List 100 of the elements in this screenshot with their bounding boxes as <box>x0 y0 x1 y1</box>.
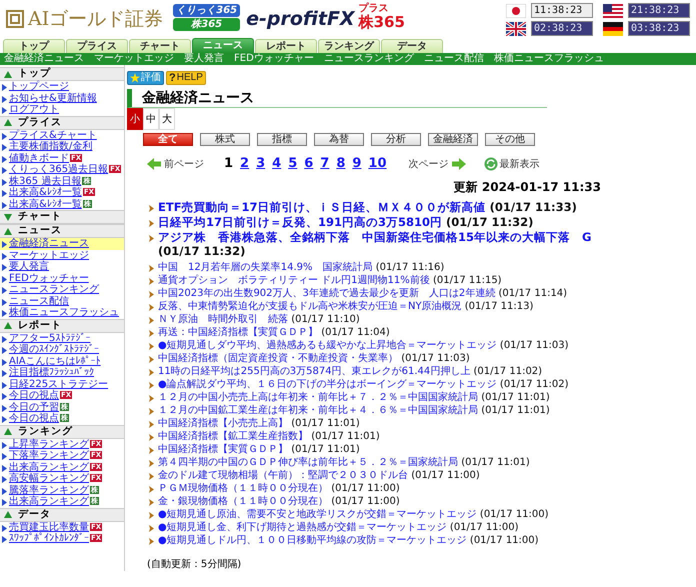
news-link[interactable]: 通貨オプション ボラティリティー ドル円1週間物11%前後 <box>158 275 430 286</box>
category-button[interactable]: 為替 <box>314 133 364 146</box>
page-number[interactable]: 8 <box>336 156 346 171</box>
sidebar-link[interactable]: 出来高ランキング <box>9 462 89 472</box>
news-link[interactable]: 中国経済指標【実質ＧＤＰ】 <box>158 444 288 455</box>
news-link[interactable]: 再送：中国経済指標【実質ＧＤＰ】 <box>158 327 318 338</box>
nav-tab[interactable]: プライス <box>66 39 128 53</box>
sidebar-link[interactable]: 高安幅ランキング <box>9 473 89 484</box>
category-button[interactable]: 株式 <box>200 133 250 146</box>
sidebar-link[interactable]: 注目指標ﾌﾗｯｼｭﾊﾞｯｸ <box>9 367 94 378</box>
sidebar-link[interactable]: 金融経済ニュース <box>9 238 89 249</box>
news-link[interactable]: ETF売買動向＝17日前引け、ｉＳ日経、ＭＸ４００が新高値 <box>158 200 486 214</box>
sidebar-link[interactable]: 株365 過去日報 <box>9 176 82 186</box>
collapse-triangle-icon[interactable] <box>4 70 12 78</box>
sidebar-link[interactable]: 売買建玉比率数量 <box>9 522 89 532</box>
news-link[interactable]: １２月の中国鉱工業生産は年初来・前年比＋４．６％＝中国国家統計局 <box>158 405 478 416</box>
nav-tab[interactable]: レポート <box>255 39 317 53</box>
sidebar-link[interactable]: プライス&チャート <box>9 130 97 140</box>
news-link[interactable]: 中国2023年の出生数902万人、3年連続で過去最少を更新 人口は2年連続 <box>158 288 496 299</box>
news-link[interactable]: 中国経済指標（固定資産投資・不動産投資・失業率） <box>158 353 398 364</box>
news-link[interactable]: 第４四半期の中国のＧＤＰ伸び率は前年比＋５．２％＝国家統計局 <box>158 457 458 468</box>
sidebar-link[interactable]: 要人発言 <box>9 261 49 272</box>
page-number[interactable]: 7 <box>320 156 330 171</box>
sidebar-link[interactable]: 出来高&ﾚｼｵ一覧 <box>9 187 82 198</box>
subnav-link[interactable]: FEDウォッチャー <box>234 53 314 65</box>
sidebar-link[interactable]: アフター5ｽﾄﾗﾃｼﾞｰ <box>9 332 90 344</box>
category-button[interactable]: 分析 <box>371 133 421 146</box>
section-header[interactable]: データ <box>0 508 124 522</box>
refresh-link[interactable]: 最新表示 <box>484 156 540 170</box>
sidebar-link[interactable]: ログアウト <box>9 104 59 115</box>
news-link[interactable]: ●短期見通し金、利下げ期待と過熱感が交錯＝マーケットエッジ <box>158 522 447 533</box>
news-link[interactable]: ●論点解説ダウ平均、１６日の下げの半分はボーイング＝マーケットエッジ <box>158 379 497 390</box>
subnav-link[interactable]: ニュース配信 <box>424 53 484 65</box>
sidebar-link[interactable]: お知らせ&更新情報 <box>9 92 97 104</box>
section-header[interactable]: ニュース <box>0 224 124 238</box>
news-link[interactable]: 金・銀現物価格（１１時００分現在） <box>158 496 328 507</box>
sidebar-link[interactable]: 上昇率ランキング <box>9 438 89 450</box>
sidebar-link[interactable]: FEDウォッチャー <box>9 272 89 284</box>
page-number[interactable]: 10 <box>368 156 387 171</box>
collapse-triangle-icon[interactable] <box>4 228 12 234</box>
sidebar-link[interactable]: 今日の予習 <box>9 402 59 412</box>
previous-page-link[interactable]: 前ページ <box>147 156 204 170</box>
nav-tab[interactable]: チャート <box>129 39 191 53</box>
page-number[interactable]: 3 <box>256 156 266 171</box>
sidebar-link[interactable]: ニュース配信 <box>9 296 69 306</box>
sidebar-link[interactable]: 今週のｽｲﾝｸﾞｽﾄﾗﾃｼﾞｰ <box>9 344 99 355</box>
help-button[interactable]: ?HELP <box>166 71 206 85</box>
page-number[interactable]: 1 <box>224 156 234 171</box>
sidebar-link[interactable]: くりっく365過去日報 <box>9 164 108 175</box>
page-number[interactable]: 6 <box>304 156 314 171</box>
news-link[interactable]: 中国経済指標【小売売上高】 <box>158 418 288 429</box>
subnav-link[interactable]: 要人発言 <box>184 53 224 65</box>
font-size-tab[interactable]: 大 <box>159 108 175 130</box>
section-header[interactable]: レポート <box>0 318 124 332</box>
font-size-tab[interactable]: 中 <box>143 108 159 130</box>
section-header[interactable]: チャート <box>0 210 124 224</box>
section-header[interactable]: ランキング <box>0 424 124 438</box>
news-link[interactable]: アジア株 香港株急落、全銘柄下落 中国新築住宅価格15年以来の大幅下落 G <box>158 230 592 244</box>
news-link[interactable]: ●短期見通し原油、需要不安と地政学リスクが交錯＝マーケットエッジ <box>158 509 477 520</box>
nav-tab[interactable]: トップ <box>3 39 65 53</box>
subnav-link[interactable]: 金融経済ニュース <box>4 53 84 65</box>
nav-tab[interactable]: ランキング <box>318 39 380 53</box>
sidebar-link[interactable]: ｽﾜｯﾌﾟﾎﾟｲﾝﾄｶﾚﾝﾀﾞｰ <box>9 533 89 544</box>
news-link[interactable]: １２月の中国小売売上高は年初来・前年比＋７．２％＝中国国家統計局 <box>158 392 478 403</box>
section-header[interactable]: プライス <box>0 116 124 130</box>
sidebar-link[interactable]: 株価ニュースフラッシュ <box>9 307 119 318</box>
sidebar-link[interactable]: 主要株価指数/金利 <box>9 141 92 152</box>
collapse-triangle-icon[interactable] <box>4 322 12 329</box>
news-link[interactable]: ＰＧＭ現物価格（１１時００分現在） <box>158 483 328 494</box>
sidebar-link[interactable]: 出来高&ﾚｼｵ一覧 <box>9 198 82 210</box>
collapse-triangle-icon[interactable] <box>4 119 12 126</box>
sidebar-link[interactable]: 騰落率ランキング <box>9 484 89 496</box>
subnav-link[interactable]: マーケットエッジ <box>94 53 174 65</box>
news-link[interactable]: 11時の日経平均は255円高の3万5874円、東エレクが61.44円押し上 <box>158 366 470 377</box>
category-button[interactable]: 指標 <box>257 133 307 146</box>
collapse-triangle-icon[interactable] <box>4 428 12 435</box>
sidebar-link[interactable]: 今日の視点 <box>9 390 59 401</box>
sidebar-link[interactable]: 出来高ランキング <box>9 496 89 507</box>
category-button[interactable]: 金融経済 <box>428 133 478 146</box>
section-header[interactable]: トップ <box>0 67 124 81</box>
news-link[interactable]: ●短期見通しドル円、１００日移動平均線の攻防＝マーケットエッジ <box>158 535 467 546</box>
collapse-triangle-icon[interactable] <box>4 511 12 518</box>
news-link[interactable]: ●短期見通しダウ平均、過熱感あるも緩やかな上昇地合＝マーケットエッジ <box>158 340 497 351</box>
font-size-tab[interactable]: 小 <box>127 108 143 130</box>
news-link[interactable]: 中国経済指標【鉱工業生産指数】 <box>158 431 308 442</box>
page-number[interactable]: 5 <box>288 156 298 171</box>
category-button[interactable]: その他 <box>485 133 535 146</box>
page-number[interactable]: 2 <box>240 156 250 171</box>
news-link[interactable]: 中国 12月若年層の失業率14.9% 国家統計局 <box>158 262 372 273</box>
sidebar-link[interactable]: 日経225ストラテジー <box>9 378 108 390</box>
sidebar-link[interactable]: マーケットエッジ <box>9 250 89 260</box>
nav-tab[interactable]: データ <box>381 39 443 53</box>
page-number[interactable]: 4 <box>272 156 282 171</box>
sidebar-link[interactable]: 値動きボード <box>9 152 69 164</box>
sidebar-link[interactable]: AIAこんにちはﾚﾎﾟｰﾄ <box>9 356 101 366</box>
subnav-link[interactable]: 株価ニュースフラッシュ <box>494 53 604 65</box>
news-link[interactable]: 日経平均17日前引け＝反発、191円高の3万5810円 <box>158 215 442 229</box>
news-link[interactable]: ＮＹ原油 時間外取引 続落 <box>158 314 288 325</box>
page-number[interactable]: 9 <box>352 156 362 171</box>
category-button[interactable]: 全て <box>143 133 193 146</box>
